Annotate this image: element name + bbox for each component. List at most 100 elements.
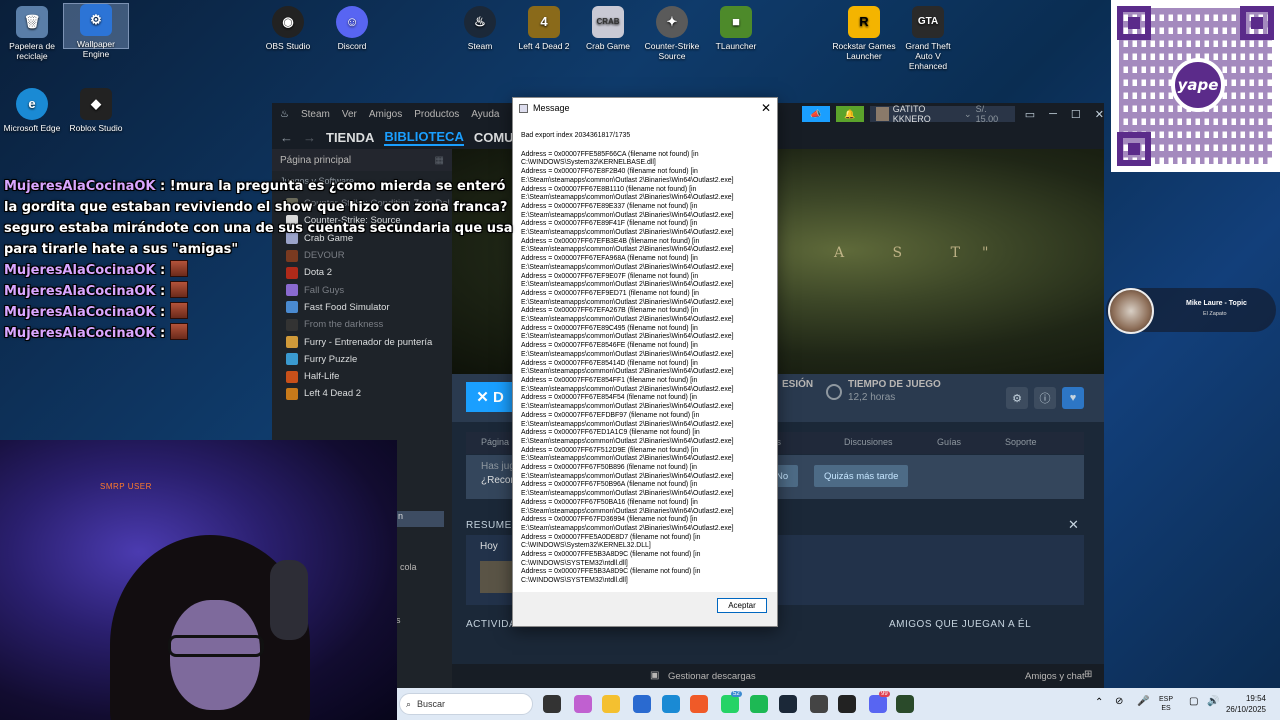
chat-emote-icon	[169, 323, 188, 340]
back-arrow-icon[interactable]: ←	[280, 130, 293, 145]
review-line-1: Has jug	[481, 461, 515, 472]
nav-biblioteca[interactable]: BIBLIOTECA	[384, 129, 464, 146]
album-art	[1108, 288, 1154, 334]
sidebar-selected-row[interactable]: n	[396, 511, 444, 527]
manage-downloads-button[interactable]: Gestionar descargas	[668, 671, 756, 682]
desktop-icon-obs[interactable]: ◉ OBS Studio	[256, 6, 320, 51]
tab-guias[interactable]: Guías	[937, 437, 961, 447]
avatar	[875, 107, 889, 121]
chat-username: MujeresAlaCocinaOK	[4, 179, 156, 194]
copilot-icon[interactable]	[574, 695, 592, 713]
chat-emote-icon	[169, 260, 188, 277]
network-off-icon[interactable]: ⊘	[1115, 696, 1123, 707]
now-playing-widget: Mike Laure - Topic El Zapato	[1106, 288, 1276, 334]
notifications-button[interactable]: 🔔	[835, 106, 864, 122]
volume-icon[interactable]: 🔊	[1207, 696, 1219, 707]
whatsapp-icon[interactable]	[721, 695, 739, 713]
stream-chat-overlay: MujeresAlaCocinaOK : !mura la pregunta e…	[4, 176, 514, 344]
gta-icon: GTA	[912, 6, 944, 38]
play-button[interactable]: ✕ D	[466, 382, 514, 412]
discord-badge: 99	[879, 691, 890, 697]
chat-text: :	[155, 305, 170, 320]
library-game-item[interactable]: Furry Puzzle	[272, 351, 452, 368]
menu-productos[interactable]: Productos	[414, 109, 459, 120]
store-icon[interactable]	[633, 695, 651, 713]
today-label: Hoy	[480, 541, 498, 552]
sidebar-extra-label: n	[398, 511, 404, 521]
stack-trace-line: Address = 0x00007FF67EF9E07F (filename n…	[521, 272, 734, 289]
edge-icon[interactable]	[662, 695, 680, 713]
info-icon[interactable]: ⓘ	[1034, 387, 1056, 409]
track-title: Mike Laure - Topic	[1186, 300, 1247, 307]
desktop-icon-tlauncher[interactable]: ■ TLauncher	[704, 6, 768, 51]
nav-tienda[interactable]: TIENDA	[326, 130, 374, 145]
file-explorer-icon[interactable]	[602, 695, 620, 713]
tab-soporte[interactable]: Soporte	[1005, 437, 1037, 447]
network-icon[interactable]: ▢	[1189, 696, 1198, 707]
steam-icon[interactable]	[779, 695, 797, 713]
menu-amigos[interactable]: Amigos	[369, 109, 402, 120]
hero-title: A S T"	[834, 245, 1011, 261]
review-later-button[interactable]: Quizás más tarde	[814, 465, 909, 487]
library-game-item[interactable]: Left 4 Dead 2	[272, 385, 452, 402]
brave-icon[interactable]	[690, 695, 708, 713]
desktop-icon-rockstar[interactable]: R Rockstar Games Launcher	[832, 6, 896, 61]
tab-discusiones[interactable]: Discusiones	[844, 437, 893, 447]
announcements-button[interactable]: 📣	[802, 106, 830, 122]
system-clock[interactable]: 19:54 26/10/2025	[1226, 693, 1266, 715]
task-view-icon[interactable]	[543, 695, 561, 713]
microphone-icon[interactable]: 🎤	[1137, 696, 1149, 707]
forward-arrow-icon[interactable]: →	[303, 130, 316, 145]
favorite-heart-icon[interactable]: ♥	[1062, 387, 1084, 409]
clock-date: 26/10/2025	[1225, 705, 1266, 714]
desktop-icon-discord[interactable]: ☺ Discord	[320, 6, 384, 51]
tlauncher-icon[interactable]	[896, 695, 914, 713]
stack-trace-line: Address = 0x00007FF67E8F2B40 (filename n…	[521, 168, 734, 184]
friends-chat-button[interactable]: Amigos y chat	[1025, 671, 1085, 682]
activity-thumbnail[interactable]	[480, 561, 512, 593]
desktop-icon-counter-strike[interactable]: ✦ Counter-Strike Source	[640, 6, 704, 61]
language-indicator[interactable]: ESP ES	[1159, 695, 1173, 713]
menu-ayuda[interactable]: Ayuda	[471, 109, 499, 120]
desktop-icon-edge[interactable]: e Microsoft Edge	[0, 88, 64, 133]
desktop-icon-label: Left 4 Dead 2	[518, 41, 570, 51]
desktop-icon-l4d2[interactable]: 4 Left 4 Dead 2	[512, 6, 576, 51]
discord-icon[interactable]	[869, 695, 887, 713]
chat-username: MujeresAlaCocinaOK	[4, 263, 156, 278]
stack-trace-line: Address = 0x00007FF67E89C495 (filename n…	[521, 324, 734, 341]
tab-pagina[interactable]: Página	[481, 437, 509, 447]
search-icon: ⌕	[406, 698, 412, 709]
chat-emote-icon	[169, 302, 188, 319]
close-summary-icon[interactable]: ✕	[1068, 517, 1079, 533]
desktop-icon-gta[interactable]: GTA Grand Theft Auto V Enhanced	[896, 6, 960, 71]
spotify-icon[interactable]	[750, 695, 768, 713]
big-picture-icon[interactable]: ▭	[1025, 108, 1035, 121]
menu-ver[interactable]: Ver	[342, 109, 357, 120]
user-account-menu[interactable]: GATITO KKNERO ⌄ S/. 15.00	[869, 104, 1015, 124]
stack-trace-line: Address = 0x00007FF67E85414D (filename n…	[521, 359, 734, 376]
qr-finder-pattern	[1117, 6, 1151, 40]
desktop-icon-recycle-bin[interactable]: 🗑 Papelera de reciclaje	[0, 6, 64, 61]
maximize-icon[interactable]: ☐	[1071, 108, 1081, 121]
desktop-icon-steam[interactable]: ♨ Steam	[448, 6, 512, 51]
obs-icon[interactable]	[838, 695, 856, 713]
desktop-icon-roblox[interactable]: ◆ Roblox Studio	[64, 88, 128, 133]
record-icon[interactable]	[810, 695, 828, 713]
grid-view-icon[interactable]: ▦	[435, 155, 444, 166]
accept-button[interactable]: Aceptar	[717, 598, 767, 613]
desktop-icon-crab-game[interactable]: CRAB Crab Game	[576, 6, 640, 51]
settings-gear-icon[interactable]: ⚙	[1006, 387, 1028, 409]
clock-time: 19:54	[1245, 694, 1266, 703]
desktop-icon-wallpaper-engine[interactable]: ⚙ Wallpaper Engine	[63, 3, 129, 59]
close-icon[interactable]: ✕	[1095, 108, 1104, 121]
close-icon[interactable]: ✕	[761, 101, 771, 115]
minimize-icon[interactable]: ─	[1049, 108, 1057, 121]
tray-chevron-icon[interactable]: ⌃	[1095, 697, 1103, 708]
taskbar: ⌕ Buscar 52 99 ⌃ ⊘ 🎤 ESP ES ▢ 🔊 19:54 26…	[397, 688, 1280, 720]
taskbar-search[interactable]: ⌕ Buscar	[399, 693, 533, 715]
library-game-item[interactable]: Half-Life	[272, 368, 452, 385]
webcam-glasses	[168, 635, 264, 657]
stack-trace: Address = 0x00007FFE585F66CA (filename n…	[521, 151, 769, 586]
library-home[interactable]: Página principal ▦	[272, 149, 452, 171]
menu-steam[interactable]: Steam	[301, 109, 330, 120]
